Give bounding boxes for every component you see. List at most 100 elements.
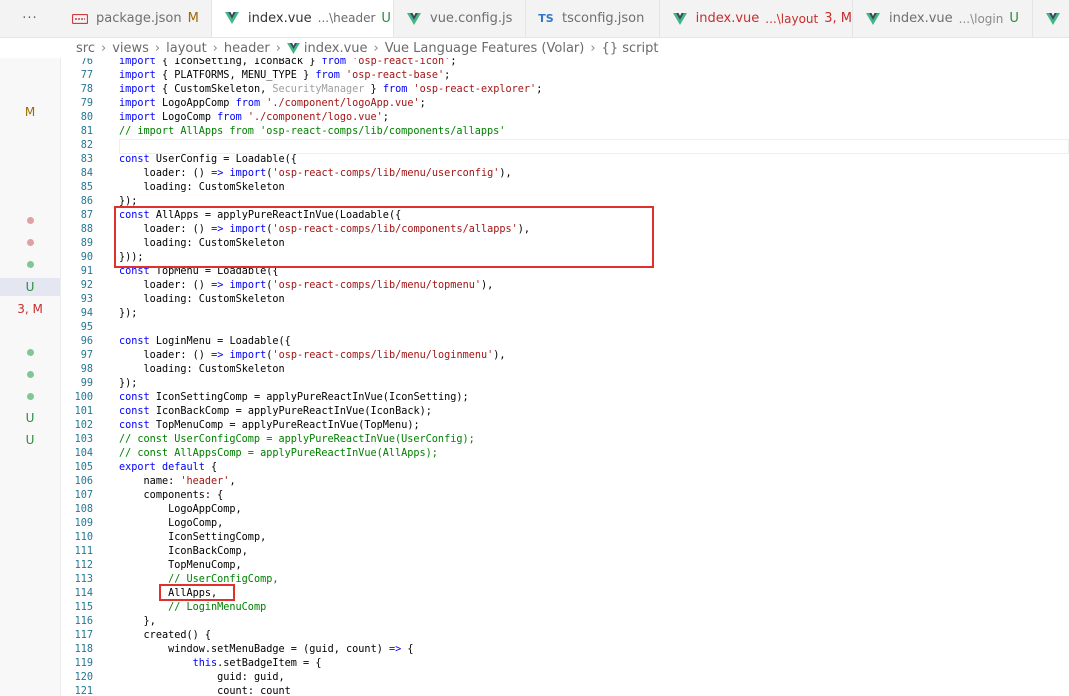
line-number: 102: [74, 420, 93, 431]
line-number: 103: [74, 434, 93, 445]
line-number: 107: [74, 490, 93, 501]
line-number: 82: [80, 140, 93, 151]
tab-git-status: M: [187, 11, 199, 26]
tab-1[interactable]: index.vue ...\header U: [212, 0, 394, 37]
tab-4[interactable]: index.vue ...\layout 3, M: [660, 0, 853, 37]
code-line: 77 import { PLATFORMS, MENU_TYPE } from '…: [61, 69, 1069, 83]
line-number: 81: [80, 126, 93, 137]
editor-tab-bar: ··· package.json M index.vue ...\header Uvue…: [0, 0, 1069, 38]
vue-file-icon: [222, 12, 242, 24]
tab-title: index.vue: [695, 11, 760, 26]
code-line: 107 components: {: [61, 489, 1069, 503]
code-text: const IconBackComp = applyPureReactInVue…: [119, 406, 432, 417]
code-line: 104 // const AllAppsComp = applyPureReact…: [61, 447, 1069, 461]
code-text: import { PLATFORMS, MENU_TYPE } from 'os…: [119, 70, 451, 81]
code-line: 110 IconSettingComp,: [61, 531, 1069, 545]
tab-git-status: U: [1009, 11, 1019, 26]
tab-path: ...\header: [317, 11, 376, 25]
line-number: 100: [74, 392, 93, 403]
line-number: 116: [74, 616, 93, 627]
tab-title: index.vue: [248, 10, 312, 26]
code-text: import LogoComp from './component/logo.v…: [119, 112, 389, 123]
typescript-file-icon: TS: [538, 12, 554, 25]
breadcrumb-item[interactable]: {} script: [602, 41, 659, 56]
line-number: 77: [80, 70, 93, 81]
line-number: 95: [80, 322, 93, 333]
breadcrumb-item[interactable]: layout: [166, 41, 207, 56]
code-line: 115 // LoginMenuComp: [61, 601, 1069, 615]
code-line: 84 loader: () => import('osp-react-comps…: [61, 167, 1069, 181]
scm-status-5[interactable]: U: [0, 278, 60, 296]
breadcrumb-item[interactable]: index.vue: [304, 41, 368, 56]
line-number: 115: [74, 602, 93, 613]
code-text: },: [143, 616, 156, 627]
tab-6[interactable]: fc: [1033, 0, 1069, 37]
breadcrumb-item[interactable]: views: [112, 41, 149, 56]
added-marker-icon: [26, 392, 34, 400]
code-line: 102 const TopMenuComp = applyPureReactInV…: [61, 419, 1069, 433]
code-text: created() {: [143, 630, 212, 641]
code-line: 85 loading: CustomSkeleton: [61, 181, 1069, 195]
added-marker-icon: [26, 348, 34, 356]
deleted-marker-icon: [26, 238, 34, 246]
code-line: 93 loading: CustomSkeleton: [61, 293, 1069, 307]
vue-file-icon: [286, 42, 300, 54]
code-text: const LoginMenu = Loadable({: [119, 336, 291, 347]
scm-status-1[interactable]: [0, 211, 60, 229]
line-number: 118: [74, 644, 93, 655]
scm-status-3[interactable]: [0, 255, 60, 273]
line-number: 80: [80, 112, 93, 123]
line-number: 76: [80, 58, 93, 67]
code-line: 103 // const UserConfigComp = applyPureRe…: [61, 433, 1069, 447]
line-number: 121: [74, 686, 93, 696]
line-number: 91: [80, 266, 93, 277]
code-text: this.setBadgeItem = {: [192, 658, 322, 669]
code-line: 119 this.setBadgeItem = {: [61, 657, 1069, 671]
code-editor[interactable]: 76 import { IconSetting, IconBack } from …: [61, 58, 1069, 696]
code-text: loading: CustomSkeleton: [143, 364, 285, 375]
code-line: 98 loading: CustomSkeleton: [61, 363, 1069, 377]
scm-status-7[interactable]: [0, 343, 60, 361]
line-number: 97: [80, 350, 93, 361]
scm-status-label: U: [25, 411, 35, 425]
code-text: components: {: [143, 490, 224, 501]
line-number: 112: [74, 560, 93, 571]
tab-0[interactable]: package.json M: [60, 0, 212, 37]
line-number: 120: [74, 672, 93, 683]
tab-git-status: 3, M: [824, 11, 852, 26]
scm-status-9[interactable]: [0, 387, 60, 405]
code-text: import { CustomSkeleton, SecurityManager…: [119, 84, 543, 95]
tab-2[interactable]: vue.config.js: [394, 0, 526, 37]
scm-status-10[interactable]: U: [0, 409, 60, 427]
scm-status-2[interactable]: [0, 233, 60, 251]
code-line: 82: [61, 139, 1069, 154]
scm-status-6[interactable]: 3, M: [0, 300, 60, 318]
line-number: 117: [74, 630, 93, 641]
scm-status-8[interactable]: [0, 365, 60, 383]
breadcrumb-item[interactable]: src: [76, 41, 95, 56]
scm-status-11[interactable]: U: [0, 431, 60, 449]
code-line: 121 count: count: [61, 685, 1069, 696]
code-text: name: 'header',: [143, 476, 236, 487]
breadcrumb-item[interactable]: Vue Language Features (Volar): [385, 41, 585, 56]
code-line: 116 },: [61, 615, 1069, 629]
code-line: 120 guid: guid,: [61, 671, 1069, 685]
line-number: 90: [80, 252, 93, 263]
code-line: 117 created() {: [61, 629, 1069, 643]
code-line: 109 LogoComp,: [61, 517, 1069, 531]
code-line: 94});: [61, 307, 1069, 321]
chevron-right-icon: ›: [590, 40, 596, 56]
tab-3[interactable]: TS tsconfig.json: [526, 0, 660, 37]
breadcrumb-item[interactable]: header: [224, 41, 270, 56]
code-text: loading: CustomSkeleton: [143, 182, 285, 193]
scm-status-label: 3, M: [17, 302, 43, 316]
line-number: 85: [80, 182, 93, 193]
more-actions-icon[interactable]: ···: [0, 0, 60, 37]
vue-file-icon: [1043, 12, 1063, 25]
line-number: 93: [80, 294, 93, 305]
tab-5[interactable]: index.vue ...\login U: [853, 0, 1033, 37]
vue-file-icon: [670, 12, 690, 25]
scm-status-0[interactable]: M: [0, 103, 60, 121]
added-marker-icon: [26, 260, 34, 268]
code-line: 80 import LogoComp from './component/logo…: [61, 111, 1069, 125]
